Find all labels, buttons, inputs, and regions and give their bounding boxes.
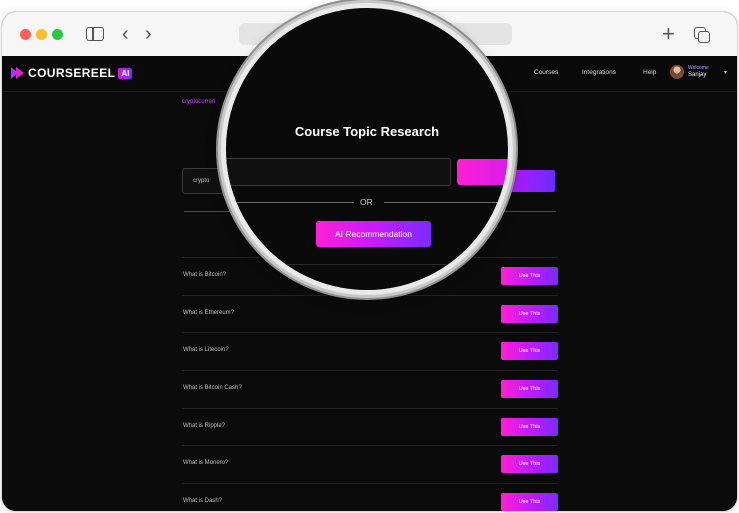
logo-ai-badge: AI (118, 67, 133, 79)
topic-label: What is Litecoin? (183, 347, 229, 354)
maximize-window-button[interactable] (52, 29, 63, 40)
topic-label: What is Ethereum? (183, 309, 235, 316)
nav-help[interactable]: Help (643, 69, 656, 76)
list-item: What is Dash? Use This (182, 483, 558, 511)
search-input-value: crypto (193, 178, 210, 184)
topic-label: What is Dash? (183, 498, 223, 505)
plus-icon[interactable]: + (662, 23, 675, 45)
tabs-overview-icon[interactable] (694, 27, 710, 43)
magnified-ai-recommendation-button: AI Recommendation (316, 221, 431, 247)
list-item: What is Ripple? Use This (182, 407, 558, 446)
close-window-button[interactable] (20, 29, 31, 40)
use-this-button[interactable]: Use This (501, 267, 558, 285)
minimize-window-button[interactable] (36, 29, 47, 40)
topic-label: What is Bitcoin Cash? (183, 385, 242, 392)
page-title: Course Topic Research (294, 124, 440, 139)
user-name[interactable]: Sanjay (688, 72, 706, 78)
chevron-down-icon[interactable]: ▾ (724, 69, 727, 76)
magnified-row-divider (226, 264, 508, 265)
list-item: What is Bitcoin Cash? Use This (182, 370, 558, 408)
chevron-right-icon[interactable]: › (145, 24, 152, 44)
topic-list: What is Bitcoin? Use This What is Ethere… (182, 257, 558, 511)
use-this-button[interactable]: Use This (501, 455, 558, 474)
magnified-divider-left (226, 202, 354, 203)
magnified-or-separator: OR (360, 197, 373, 207)
magnified-search-input (226, 158, 451, 186)
sidebar-toggle-icon[interactable] (86, 27, 104, 41)
list-item: What is Ethereum? Use This (182, 294, 558, 333)
chevron-left-icon[interactable]: ‹ (122, 24, 129, 44)
avatar[interactable] (670, 65, 684, 79)
breadcrumb[interactable]: cryptocurren (182, 99, 215, 105)
magnifier-lens: Course Topic Research OR AI Recommendati… (221, 3, 513, 295)
user-welcome-text: Welcome (688, 65, 709, 71)
topic-label: What is Bitcoin? (183, 272, 227, 278)
logo-mark-icon (11, 66, 25, 80)
use-this-button[interactable]: Use This (501, 493, 558, 511)
list-item: What is Monero? Use This (182, 445, 558, 483)
use-this-button[interactable]: Use This (501, 342, 558, 361)
use-this-button[interactable]: Use This (501, 380, 558, 399)
list-item: What is Litecoin? Use This (182, 332, 558, 370)
magnified-view: Course Topic Research OR AI Recommendati… (226, 8, 508, 290)
topic-label: What is Ripple? (183, 422, 226, 429)
topic-label: What is Monero? (183, 460, 229, 467)
nav-courses[interactable]: Courses (534, 69, 558, 76)
use-this-button[interactable]: Use This (501, 304, 558, 323)
nav-integrations[interactable]: Integrations (582, 69, 616, 76)
use-this-button[interactable]: Use This (501, 417, 558, 436)
magnified-search-button (457, 159, 508, 185)
magnified-divider-right (384, 202, 508, 203)
logo-text: COURSEREEL (28, 66, 116, 80)
coursereel-logo[interactable]: COURSEREEL AI (11, 64, 133, 82)
